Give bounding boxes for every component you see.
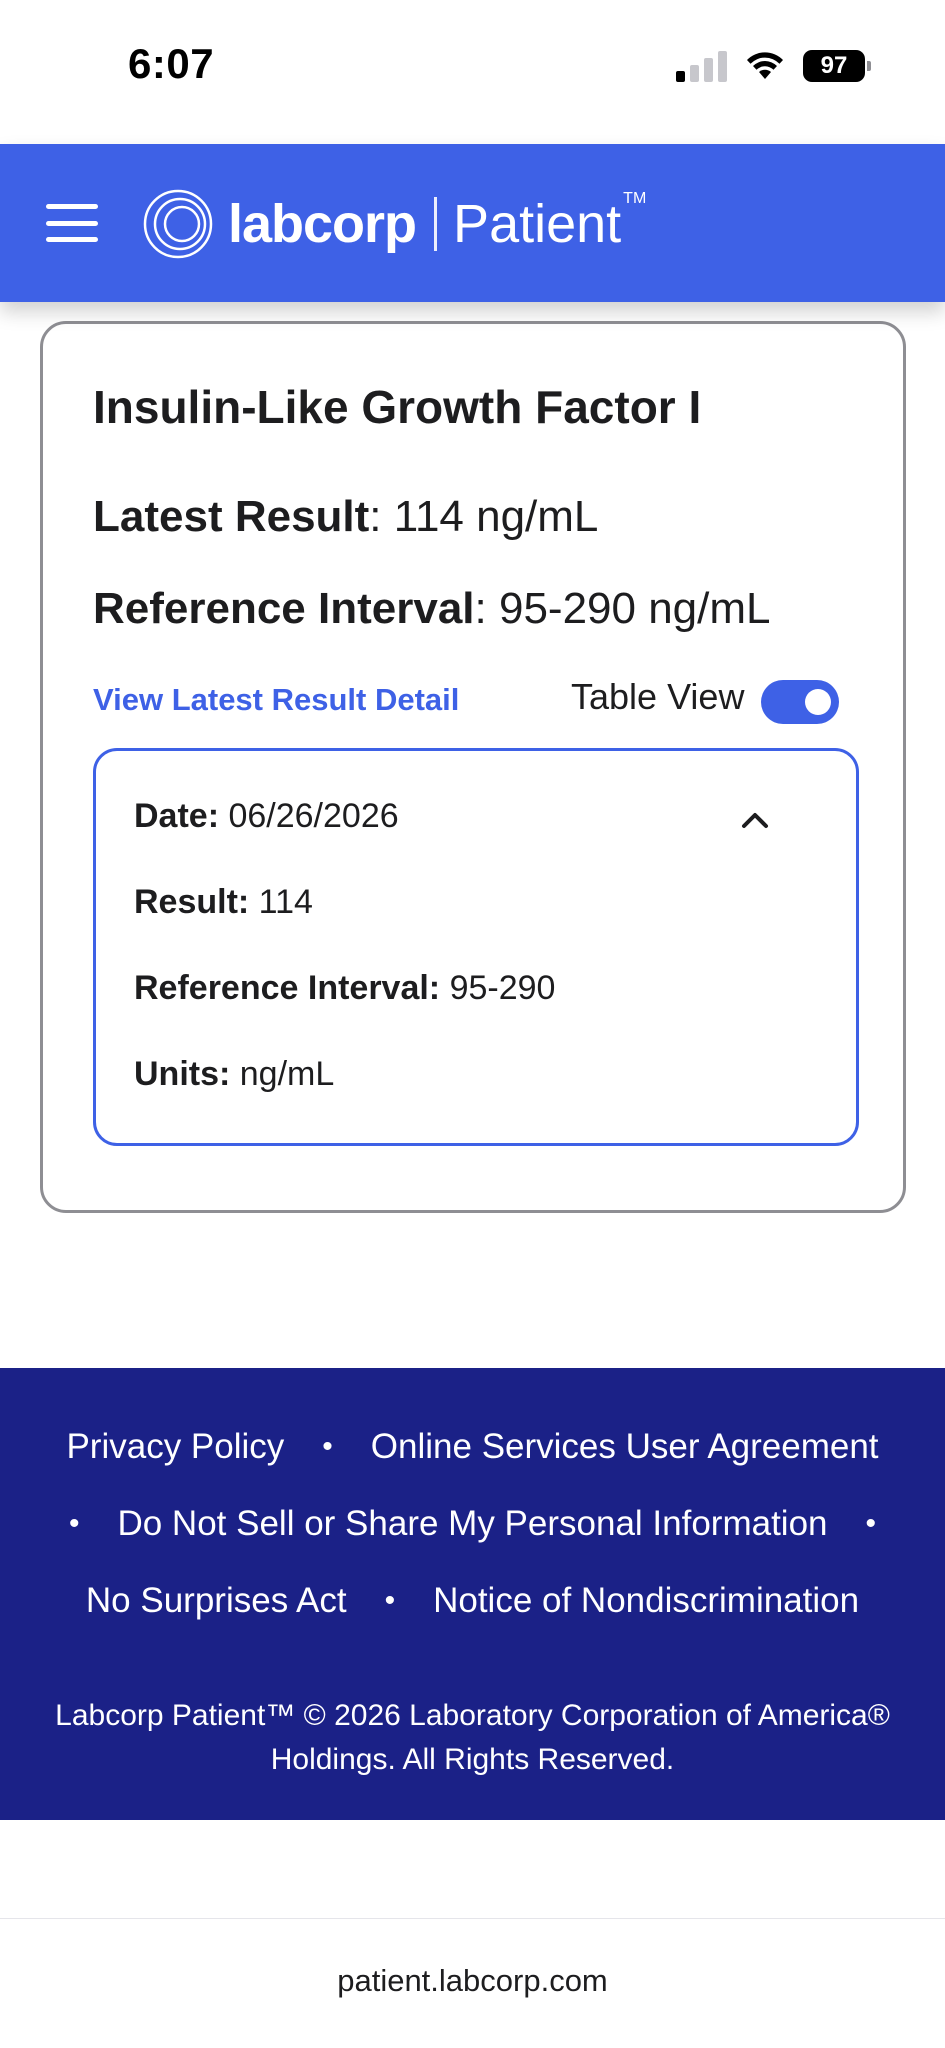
footer-line-2: • Do Not Sell or Share My Personal Infor…: [0, 1485, 945, 1562]
result-reference-label: Reference Interval:: [134, 969, 441, 1007]
copyright-line-1: Labcorp Patient™ © 2026 Laboratory Corpo…: [55, 1699, 890, 1732]
logo-trademark: TM: [623, 190, 647, 207]
battery-level: 97: [820, 52, 848, 79]
status-bar: 6:07 97: [0, 0, 945, 144]
reference-interval-value: : 95-290 ng/mL: [474, 584, 771, 633]
footer-separator: •: [865, 1507, 877, 1540]
status-icons: 97: [676, 50, 871, 82]
url-field[interactable]: patient.labcorp.com: [0, 1963, 945, 1999]
battery-icon: 97: [803, 50, 871, 82]
result-label: Result:: [134, 883, 250, 921]
footer-line-3: No Surprises Act • Notice of Nondiscrimi…: [0, 1562, 945, 1639]
logo-wordmark: labcorp: [228, 194, 417, 254]
result-value-row: Result: 114: [134, 883, 313, 922]
table-view-toggle[interactable]: [761, 680, 839, 724]
latest-result-line: Latest Result: 114 ng/mL: [93, 492, 598, 542]
cellular-signal-icon: [676, 50, 727, 82]
hamburger-menu-icon[interactable]: [46, 204, 98, 242]
date-value: 06/26/2026: [219, 797, 399, 835]
latest-result-label: Latest Result: [93, 492, 370, 541]
result-table-entry: Date: 06/26/2026 Result: 114 Reference I…: [93, 748, 859, 1146]
copyright-line-2: Holdings. All Rights Reserved.: [270, 1743, 675, 1776]
result-units-row: Units: ng/mL: [134, 1055, 334, 1094]
view-latest-result-detail-link[interactable]: View Latest Result Detail: [93, 682, 459, 718]
result-reference-row: Reference Interval: 95-290: [134, 969, 555, 1008]
result-reference-value: 95-290: [440, 969, 556, 1007]
units-label: Units:: [134, 1055, 231, 1093]
footer-separator: •: [384, 1584, 396, 1617]
site-footer: Privacy Policy • Online Services User Ag…: [0, 1368, 945, 1820]
reference-interval-line: Reference Interval: 95-290 ng/mL: [93, 584, 771, 634]
wifi-icon: [747, 52, 783, 79]
toggle-knob: [805, 689, 831, 715]
date-label: Date:: [134, 797, 220, 835]
latest-result-value: : 114 ng/mL: [369, 492, 599, 541]
footer-links: Privacy Policy • Online Services User Ag…: [0, 1408, 945, 1639]
footer-separator: •: [322, 1430, 333, 1463]
logo-product-name: Patient: [453, 194, 622, 254]
footer-line-1: Privacy Policy • Online Services User Ag…: [0, 1408, 945, 1485]
browser-address-bar: patient.labcorp.com: [0, 1918, 945, 2048]
online-services-agreement-link[interactable]: Online Services User Agreement: [371, 1408, 879, 1485]
labcorp-patient-logo[interactable]: labcorp Patient TM: [142, 184, 646, 264]
result-date-row: Date: 06/26/2026: [134, 797, 399, 836]
footer-separator: •: [68, 1507, 80, 1540]
result-value: 114: [249, 883, 313, 921]
do-not-sell-link[interactable]: Do Not Sell or Share My Personal Informa…: [117, 1485, 827, 1562]
labcorp-logo-mark-icon: [143, 189, 213, 259]
status-time: 6:07: [128, 40, 215, 87]
copyright-text: Labcorp Patient™ © 2026 Laboratory Corpo…: [0, 1694, 945, 1782]
no-surprises-act-link[interactable]: No Surprises Act: [86, 1562, 347, 1639]
privacy-policy-link[interactable]: Privacy Policy: [66, 1408, 284, 1485]
test-result-card: Insulin-Like Growth Factor I Latest Resu…: [40, 321, 906, 1213]
units-value: ng/mL: [230, 1055, 335, 1093]
chevron-up-icon[interactable]: [740, 805, 770, 835]
logo-divider: [434, 197, 438, 251]
test-name-title: Insulin-Like Growth Factor I: [93, 381, 702, 433]
table-view-label: Table View: [571, 676, 745, 717]
notice-of-nondiscrimination-link[interactable]: Notice of Nondiscrimination: [433, 1562, 859, 1639]
reference-interval-label: Reference Interval: [93, 584, 475, 633]
app-header: labcorp Patient TM: [0, 144, 945, 302]
